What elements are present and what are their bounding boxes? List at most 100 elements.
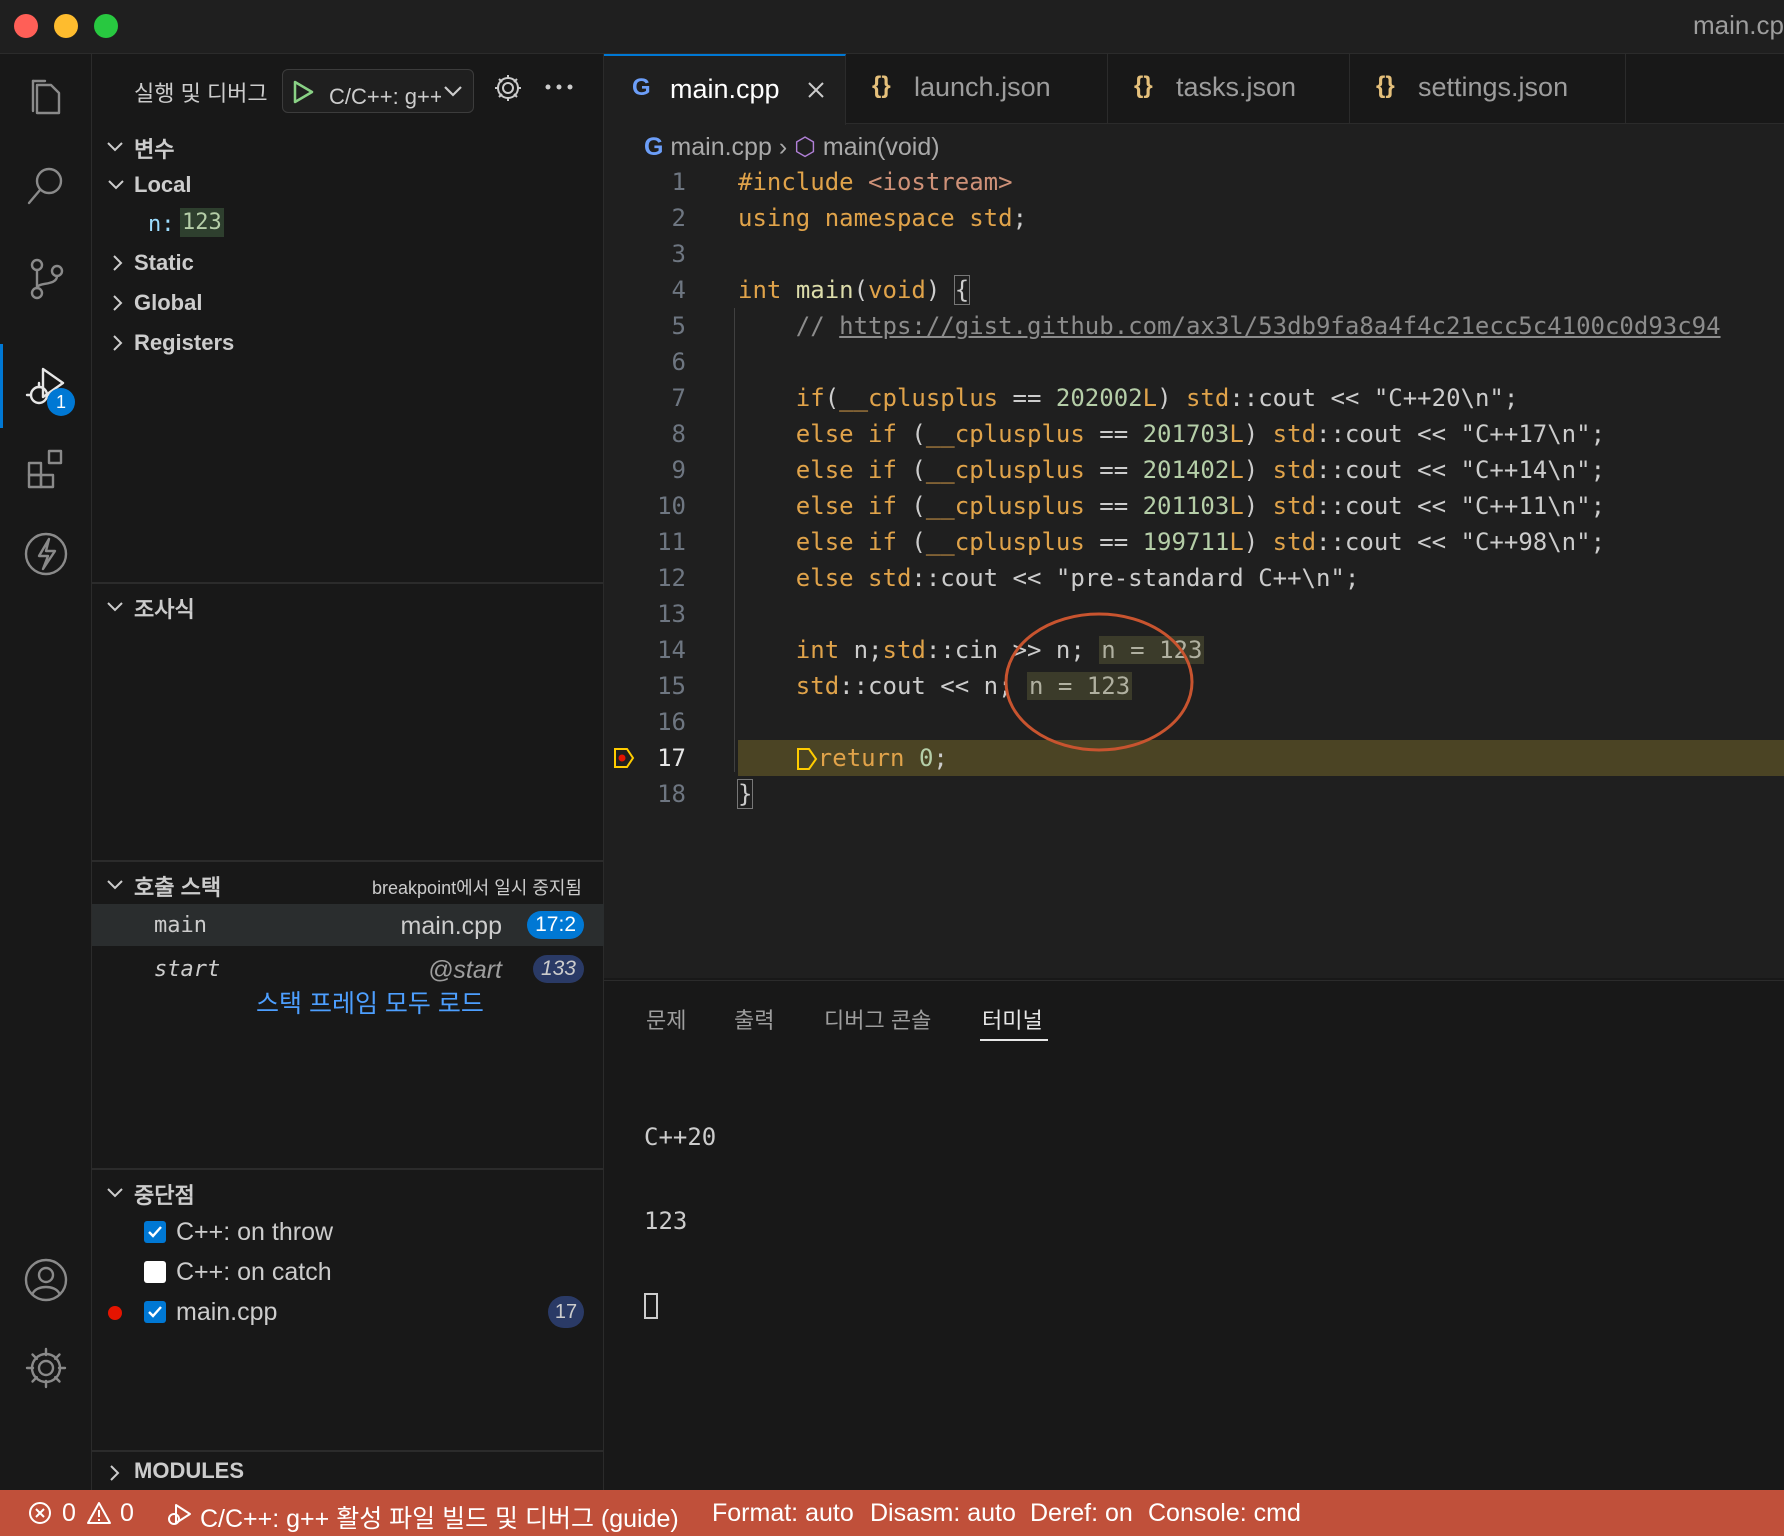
breadcrumb-symbol[interactable]: main(void) [823, 133, 940, 161]
activity-bar: 1 [0, 54, 92, 1490]
console-status[interactable]: Console: cmd [1148, 1499, 1301, 1528]
breakpoint-label: C++: on throw [176, 1218, 334, 1246]
stack-frame-main[interactable]: main main.cpp 17:2 [92, 904, 604, 946]
maximize-window-button[interactable] [94, 14, 118, 38]
code-line: 3 [604, 236, 1784, 272]
watch-header[interactable]: 조사식 [92, 586, 604, 626]
close-window-button[interactable] [14, 14, 38, 38]
chevron-right-icon [113, 335, 123, 351]
breakpoint-item[interactable]: main.cpp 17 [92, 1292, 604, 1332]
line-number: 5 [671, 312, 686, 340]
lightning-icon[interactable] [0, 512, 92, 596]
tab-settings-json[interactable]: {} settings.json [1350, 54, 1626, 124]
line-number: 1 [671, 168, 686, 196]
variable-n[interactable]: n: 123 [148, 206, 588, 244]
chevron-down-icon [108, 180, 124, 190]
status-bar: 0 0 C/C++: g++ 활성 파일 빌드 및 디버그 (guide) Fo… [0, 1490, 1784, 1536]
json-file-icon: {} [872, 72, 891, 99]
annotation-circle [1004, 612, 1194, 752]
frame-file: main.cpp [400, 912, 502, 940]
run-debug-icon[interactable]: 1 [0, 344, 92, 428]
active-tab-underline [980, 1039, 1048, 1041]
warning-count[interactable]: 0 [120, 1499, 134, 1528]
scope-global[interactable]: Global [108, 284, 588, 322]
checkbox-unchecked[interactable] [144, 1261, 166, 1283]
tab-tasks-json[interactable]: {} tasks.json [1108, 54, 1350, 124]
deref-status[interactable]: Deref: on [1030, 1499, 1133, 1528]
tab-label: main.cpp [670, 74, 780, 104]
minimize-window-button[interactable] [54, 14, 78, 38]
more-actions-icon[interactable] [544, 82, 574, 92]
launch-config-status[interactable]: C/C++: g++ 활성 파일 빌드 및 디버그 (guide) [200, 1499, 679, 1535]
load-all-frames-link[interactable]: 스택 프레임 모두 로드 [256, 984, 484, 1020]
gist-url-link[interactable]: https://gist.github.com/ax3l/53db9fa8a4f… [839, 312, 1720, 340]
tab-label: settings.json [1418, 72, 1569, 102]
line-number: 13 [657, 600, 686, 628]
frame-name: main [154, 913, 207, 938]
checkbox-checked[interactable] [144, 1301, 166, 1323]
gear-icon[interactable] [0, 1326, 92, 1410]
section-divider [92, 1168, 604, 1170]
callstack-title: 호출 스택 [134, 875, 222, 900]
window-title: main.cp [1692, 10, 1784, 40]
close-icon[interactable] [806, 80, 826, 100]
error-count[interactable]: 0 [62, 1499, 76, 1528]
json-file-icon: {} [1376, 72, 1395, 99]
terminal-output[interactable]: C++20 123 [644, 1067, 731, 1375]
disasm-status[interactable]: Disasm: auto [870, 1499, 1016, 1528]
line-number: 12 [657, 564, 686, 592]
debug-launch-icon[interactable] [166, 1502, 194, 1528]
warning-icon[interactable] [86, 1501, 112, 1525]
code-line: 6 [604, 344, 1784, 380]
watch-title: 조사식 [134, 597, 195, 622]
variable-name: n: [148, 212, 175, 237]
breadcrumb-file[interactable]: main.cpp [670, 133, 771, 161]
check-icon [148, 1226, 162, 1238]
tab-launch-json[interactable]: {} launch.json [846, 54, 1108, 124]
extensions-icon[interactable] [0, 426, 92, 510]
callstack-header[interactable]: 호출 스택 breakpoint에서 일시 중지됨 [92, 864, 604, 904]
tab-terminal[interactable]: 터미널 [982, 1003, 1043, 1035]
scope-registers[interactable]: Registers [108, 324, 588, 362]
explorer-icon[interactable] [0, 54, 92, 138]
line-number: 17 [657, 744, 686, 772]
tab-output[interactable]: 출력 [734, 1003, 774, 1035]
tab-main-cpp[interactable]: G main.cpp [604, 54, 846, 125]
format-status[interactable]: Format: auto [712, 1499, 854, 1528]
scope-local[interactable]: Local [108, 166, 588, 204]
tab-debug-console[interactable]: 디버그 콘솔 [824, 1003, 931, 1035]
breakpoint-item[interactable]: C++: on throw [92, 1212, 604, 1252]
line-number: 9 [671, 456, 686, 484]
line-number: 14 [657, 636, 686, 664]
bottom-panel: 문제 출력 디버그 콘솔 터미널 C++20 123 [604, 980, 1784, 1490]
debug-stackframe-icon [796, 748, 818, 770]
breakpoint-item[interactable]: C++: on catch [92, 1252, 604, 1292]
error-icon[interactable] [28, 1501, 52, 1525]
tab-problems[interactable]: 문제 [646, 1003, 686, 1035]
launch-config-dropdown[interactable]: C/C++: g++ 활성 파일 빌드 및 디버그 [282, 69, 474, 113]
code-line: 2 using namespace std; [604, 200, 1784, 236]
account-icon[interactable] [0, 1238, 92, 1322]
checkbox-checked[interactable] [144, 1221, 166, 1243]
line-number: 8 [671, 420, 686, 448]
scope-static-label: Static [134, 250, 194, 275]
vscode-window: main.cp 1 실행 및 디버그 C/C++: g++ 변수 Local n… [0, 0, 1784, 1536]
breakpoint-label: main.cpp [176, 1298, 278, 1326]
frame-position-badge: 133 [532, 955, 584, 983]
search-icon[interactable] [0, 144, 92, 228]
scope-static[interactable]: Static [108, 244, 588, 282]
line-number: 6 [671, 348, 686, 376]
breakpoints-header[interactable]: 중단점 [92, 1172, 604, 1212]
json-file-icon: {} [1134, 72, 1153, 99]
variables-header[interactable]: 변수 [92, 126, 604, 166]
frame-position-badge: 17:2 [527, 911, 584, 939]
variable-value: 123 [180, 208, 224, 237]
modules-header[interactable]: MODULES [92, 1452, 604, 1492]
start-debug-icon[interactable] [291, 79, 315, 105]
code-line: 11 else if (__cplusplus == 199711L) std:… [604, 524, 1784, 560]
section-divider [92, 860, 604, 862]
code-line: 9 else if (__cplusplus == 201402L) std::… [604, 452, 1784, 488]
source-control-icon[interactable] [0, 236, 92, 320]
cpp-file-icon: G [644, 133, 664, 161]
settings-gear-icon[interactable] [492, 72, 524, 104]
